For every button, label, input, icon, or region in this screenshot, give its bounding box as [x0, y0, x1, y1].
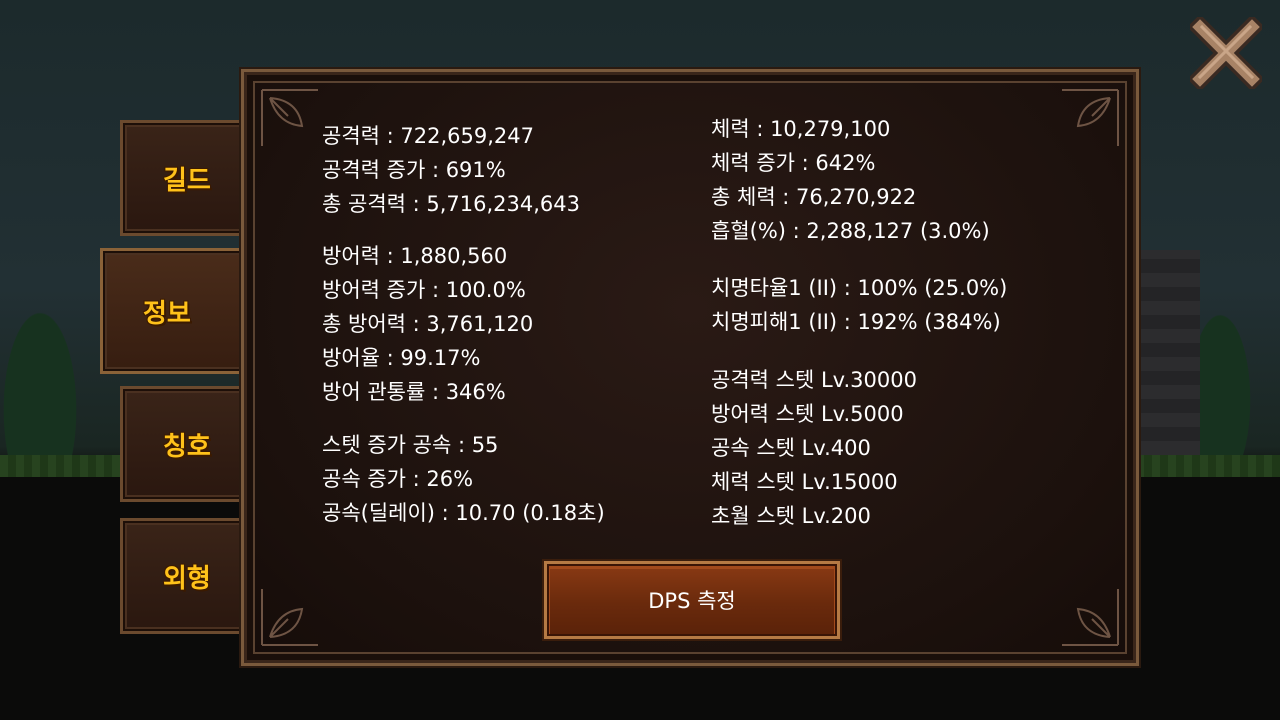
stat-stat-attack-speed: 스텟 증가 공속 : 55 — [322, 433, 499, 457]
tab-title[interactable]: 칭호 — [120, 386, 260, 502]
stat-attack: 공격력 : 722,659,247 — [322, 124, 534, 148]
stat-attack-delay: 공속(딜레이) : 10.70 (0.18초) — [322, 501, 605, 525]
stat-total-hp: 총 체력 : 76,270,922 — [711, 185, 917, 209]
stat-hp-level: 체력 스텟 Lv.15000 — [711, 470, 898, 494]
stat-attack-increase: 공격력 증가 : 691% — [322, 158, 506, 182]
tab-appearance-label: 외형 — [163, 563, 211, 594]
stat-lifesteal: 흡혈(%) : 2,288,127 (3.0%) — [711, 219, 990, 243]
tab-title-label: 칭호 — [163, 431, 211, 462]
stat-defense-increase: 방어력 증가 : 100.0% — [322, 278, 526, 302]
tab-info[interactable]: 정보 — [100, 248, 260, 374]
stat-defense-rate: 방어율 : 99.17% — [322, 346, 481, 370]
close-button[interactable] — [1187, 14, 1265, 92]
stat-transcend-level: 초월 스텟 Lv.200 — [711, 504, 871, 528]
stat-hp: 체력 : 10,279,100 — [711, 117, 891, 141]
close-x-icon — [1187, 14, 1265, 92]
dps-measure-label: DPS 측정 — [648, 589, 736, 613]
tab-appearance[interactable]: 외형 — [120, 518, 260, 634]
stats-panel: 공격력 : 722,659,247 공격력 증가 : 691% 총 공격력 : … — [241, 69, 1139, 666]
corner-ornament-icon — [1042, 569, 1122, 649]
tab-guild-label: 길드 — [163, 165, 211, 196]
stat-attack-level: 공격력 스텟 Lv.30000 — [711, 368, 917, 392]
stat-defense-level: 방어력 스텟 Lv.5000 — [711, 402, 904, 426]
stat-speed-level: 공속 스텟 Lv.400 — [711, 436, 871, 460]
dps-measure-button[interactable]: DPS 측정 — [544, 561, 840, 639]
stat-total-defense: 총 방어력 : 3,761,120 — [322, 312, 534, 336]
stat-crit-damage: 치명피해1 (II) : 192% (384%) — [711, 310, 1001, 334]
corner-ornament-icon — [1042, 86, 1122, 166]
stat-hp-increase: 체력 증가 : 642% — [711, 151, 876, 175]
stat-total-attack: 총 공격력 : 5,716,234,643 — [322, 192, 581, 216]
stat-defense: 방어력 : 1,880,560 — [322, 244, 508, 268]
tab-info-label: 정보 — [143, 298, 191, 329]
stat-armor-penetration: 방어 관통률 : 346% — [322, 380, 506, 404]
corner-ornament-icon — [258, 569, 338, 649]
stat-crit-rate: 치명타율1 (II) : 100% (25.0%) — [711, 276, 1008, 300]
background-tower — [1130, 250, 1200, 455]
tab-guild[interactable]: 길드 — [120, 120, 260, 236]
stat-attack-speed-increase: 공속 증가 : 26% — [322, 467, 474, 491]
